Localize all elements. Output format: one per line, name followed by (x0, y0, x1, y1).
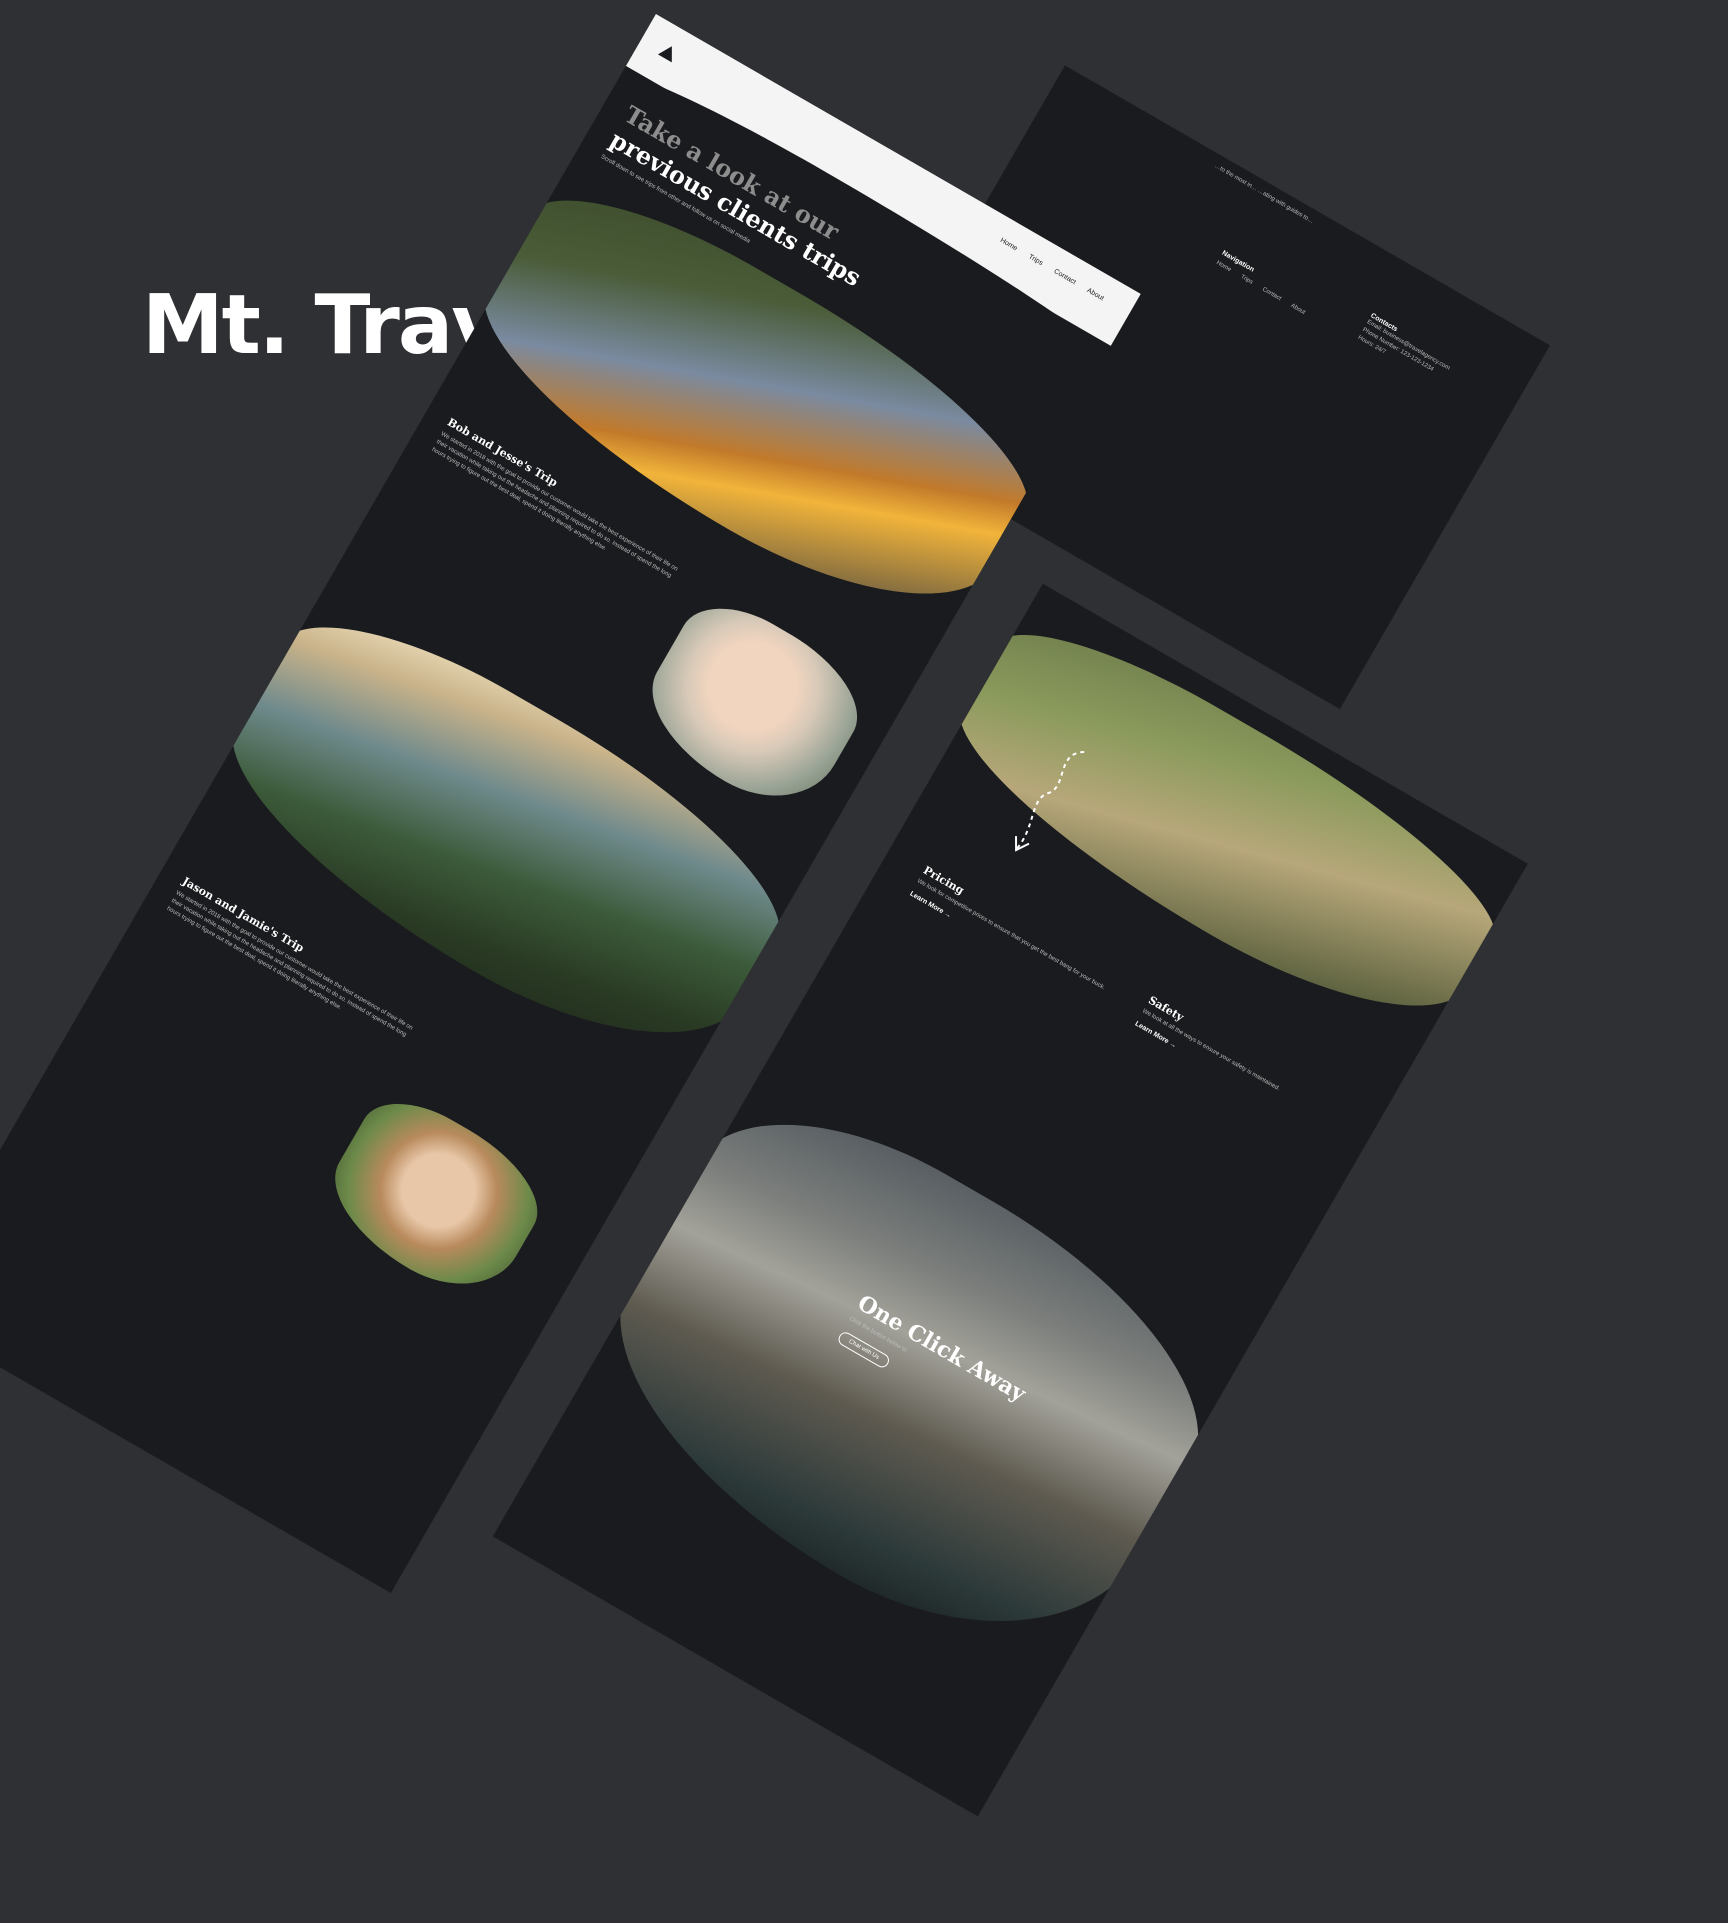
mountain-logo-icon[interactable] (657, 42, 679, 63)
footer-contact-phone: Phone Number: 123-123-1234 (1361, 327, 1435, 373)
couple-photo (626, 585, 880, 825)
footer-contact-email: Email: business@travelagency.com (1365, 319, 1451, 372)
nav-link-about[interactable]: About (1086, 287, 1105, 302)
footer-navigation: Navigation Home Trips Contact About (1214, 250, 1312, 318)
couple2-photo (310, 1081, 559, 1312)
pricing-title: Pricing (920, 863, 967, 898)
pricing-text: We look for competitive prices to ensure… (915, 878, 1106, 992)
safety-text: We look at all the ways to ensure your s… (1141, 1008, 1281, 1093)
trip2-text: We started in 2018 with the goal to prov… (165, 890, 414, 1039)
nav-link-trips[interactable]: Trips (1027, 253, 1044, 267)
footer-link-trips[interactable]: Trips (1238, 273, 1254, 287)
footer-top-text: …to the most in… …ating with guides to… (1213, 163, 1315, 225)
pricing-block: Pricing We look for competitive prices t… (908, 864, 1118, 1007)
footer-contacts: Contacts Email: business@travelagency.co… (1356, 312, 1503, 416)
footer-link-about[interactable]: About (1288, 302, 1306, 318)
mockup-stage: …to the most in… …ating with guides to… … (0, 0, 1728, 1819)
safety-title: Safety (1146, 993, 1186, 1024)
nav-link-contact[interactable]: Contact (1053, 268, 1077, 286)
safety-block: Safety We look at all the ways to ensure… (1134, 994, 1344, 1137)
nav-link-home[interactable]: Home (999, 237, 1019, 252)
